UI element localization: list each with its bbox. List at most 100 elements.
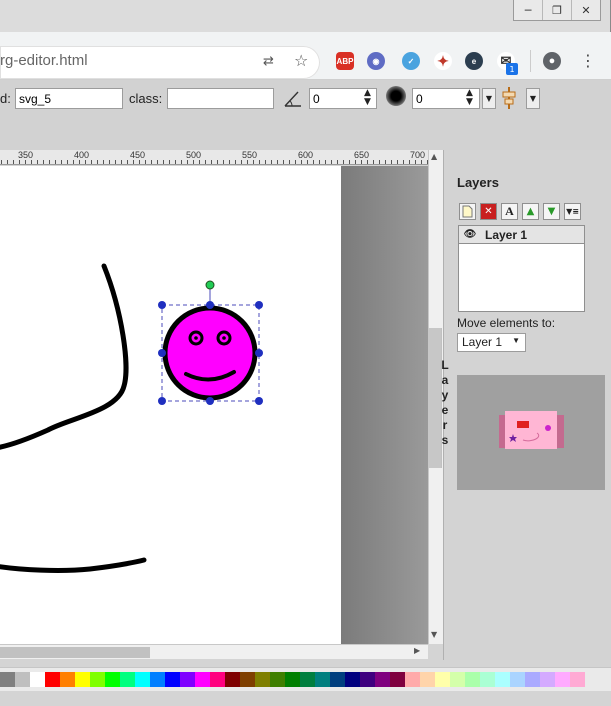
color-swatch[interactable] <box>105 672 120 687</box>
class-field[interactable] <box>167 88 274 109</box>
smiley-pupil-right <box>222 336 226 340</box>
scroll-up-icon[interactable]: ▲ <box>431 152 437 161</box>
extension-icon-2[interactable]: ✓ <box>402 52 420 70</box>
svg-canvas[interactable] <box>0 166 341 644</box>
acrobat-icon[interactable]: ✦ <box>434 52 452 70</box>
color-swatch[interactable] <box>90 672 105 687</box>
delete-layer-icon[interactable]: ✕ <box>480 203 497 220</box>
color-swatch[interactable] <box>255 672 270 687</box>
restore-icon[interactable]: ❐ <box>542 0 571 20</box>
color-swatch[interactable] <box>465 672 480 687</box>
minimize-icon[interactable]: ─ <box>514 0 542 20</box>
color-swatch[interactable] <box>75 672 90 687</box>
color-swatch[interactable] <box>180 672 195 687</box>
layer-menu-icon[interactable]: ▼≡ <box>564 203 581 220</box>
layers-sidebar-tab[interactable]: Layers <box>438 358 452 448</box>
resize-handle-ne[interactable] <box>255 301 263 309</box>
color-swatch[interactable] <box>135 672 150 687</box>
color-swatch[interactable] <box>285 672 300 687</box>
canvas-workarea[interactable] <box>0 166 428 644</box>
color-swatch[interactable] <box>195 672 210 687</box>
scroll-down-icon[interactable]: ▼ <box>431 630 437 639</box>
color-swatch[interactable] <box>570 672 585 687</box>
color-swatch[interactable] <box>450 672 465 687</box>
id-field[interactable] <box>15 88 123 109</box>
color-swatch[interactable] <box>0 672 15 687</box>
move-layer-down-icon[interactable]: ▼ <box>543 203 560 220</box>
edge-icon[interactable]: e <box>465 52 483 70</box>
blur-dropdown-button[interactable]: ▼ <box>482 88 496 109</box>
color-swatch[interactable] <box>165 672 180 687</box>
color-swatch[interactable] <box>315 672 330 687</box>
canvas-preview[interactable] <box>457 375 605 490</box>
color-swatch[interactable] <box>405 672 420 687</box>
layer-row[interactable]: 👁 Layer 1 <box>459 226 584 244</box>
ruler-tick <box>391 160 392 164</box>
color-swatch[interactable] <box>510 672 525 687</box>
color-swatch[interactable] <box>345 672 360 687</box>
color-swatch[interactable] <box>240 672 255 687</box>
new-layer-icon[interactable] <box>459 203 476 220</box>
color-swatch[interactable] <box>555 672 570 687</box>
ruler-tick <box>265 160 266 164</box>
resize-handle-n[interactable] <box>206 301 214 309</box>
ruler-tick <box>19 160 20 164</box>
color-swatch[interactable] <box>300 672 315 687</box>
menu-icon[interactable]: ⋮ <box>580 50 596 72</box>
color-swatch[interactable] <box>330 672 345 687</box>
account-icon[interactable]: ● <box>543 52 561 70</box>
color-swatch[interactable] <box>270 672 285 687</box>
color-swatch[interactable] <box>45 672 60 687</box>
resize-handle-nw[interactable] <box>158 301 166 309</box>
smiley-head[interactable] <box>162 305 258 401</box>
align-icon[interactable] <box>500 86 518 110</box>
resize-handle-w[interactable] <box>158 349 166 357</box>
url-text: rg-editor.html <box>0 52 88 69</box>
resize-handle-s[interactable] <box>206 397 214 405</box>
eye-icon[interactable]: 👁 <box>459 229 481 240</box>
move-elements-select[interactable]: Layer 1 ▼ <box>457 333 526 352</box>
scroll-right-icon[interactable]: ▶ <box>414 646 420 655</box>
color-swatch[interactable] <box>30 672 45 687</box>
color-swatch[interactable] <box>435 672 450 687</box>
translate-icon[interactable]: ⇄ <box>263 54 274 69</box>
color-swatch[interactable] <box>540 672 555 687</box>
move-layer-up-icon[interactable]: ▲ <box>522 203 539 220</box>
drawing[interactable] <box>0 166 341 644</box>
resize-handle-sw[interactable] <box>158 397 166 405</box>
sidebar-tab-letter: y <box>441 388 449 402</box>
color-swatch[interactable] <box>225 672 240 687</box>
ruler-label: 650 <box>354 150 370 160</box>
resize-handle-e[interactable] <box>255 349 263 357</box>
freehand-path-2[interactable] <box>0 557 147 573</box>
angle-spinner-arrows[interactable]: ▲ ▼ <box>364 89 371 107</box>
rotate-handle[interactable] <box>205 280 215 290</box>
horizontal-scroll-thumb[interactable] <box>0 647 150 658</box>
color-swatch[interactable] <box>480 672 495 687</box>
color-swatch[interactable] <box>420 672 435 687</box>
color-swatch[interactable] <box>390 672 405 687</box>
adblock-icon[interactable]: ABP <box>336 52 354 70</box>
star-icon[interactable]: ☆ <box>294 51 308 70</box>
smiley-face[interactable] <box>162 305 258 401</box>
ruler-tick <box>385 160 386 164</box>
color-swatch[interactable] <box>525 672 540 687</box>
color-swatch[interactable] <box>375 672 390 687</box>
color-swatch[interactable] <box>120 672 135 687</box>
resize-handle-se[interactable] <box>255 397 263 405</box>
close-icon[interactable]: ✕ <box>571 0 600 20</box>
freehand-path-1[interactable] <box>0 263 129 450</box>
rename-layer-icon[interactable]: A <box>501 203 518 220</box>
blur-spinner-arrows[interactable]: ▲ ▼ <box>466 89 473 107</box>
color-swatch[interactable] <box>15 672 30 687</box>
horizontal-scrollbar[interactable]: ▶ <box>0 644 428 659</box>
color-swatch[interactable] <box>210 672 225 687</box>
color-swatch[interactable] <box>150 672 165 687</box>
color-swatch[interactable] <box>360 672 375 687</box>
extension-icon[interactable]: ◉ <box>367 52 385 70</box>
color-swatch[interactable] <box>60 672 75 687</box>
ruler-tick <box>343 160 344 164</box>
ruler-label: 500 <box>186 150 202 160</box>
align-dropdown-button[interactable]: ▼ <box>526 88 540 109</box>
color-swatch[interactable] <box>495 672 510 687</box>
